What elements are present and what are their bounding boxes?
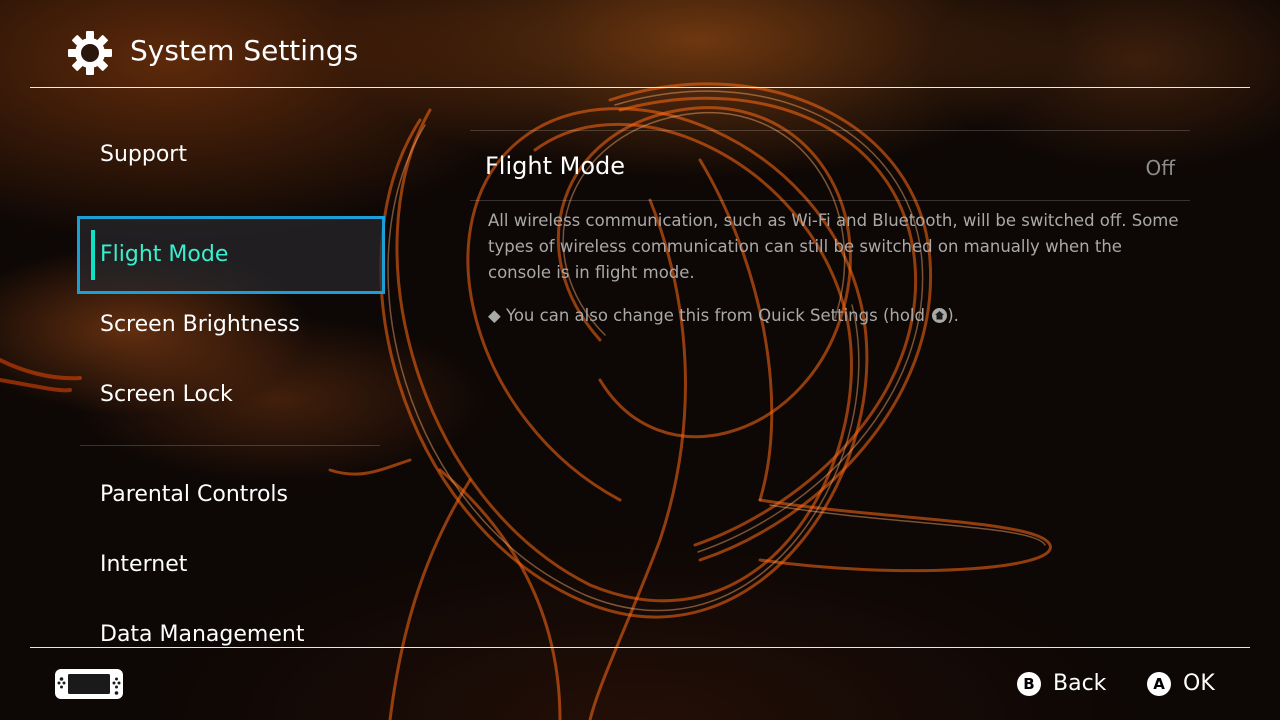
sidebar-item-internet[interactable]: Internet — [100, 550, 187, 580]
sidebar-item-label: Flight Mode — [100, 242, 229, 267]
setting-note: ◆ You can also change this from Quick Se… — [488, 303, 1188, 329]
sidebar-item-screen-brightness[interactable]: Screen Brightness — [100, 310, 300, 340]
header: System Settings — [30, 0, 1250, 88]
wallpaper-light-trails — [0, 82, 1052, 720]
settings-screen: System Settings Support Flight Mode Scre… — [0, 0, 1280, 720]
ok-button[interactable]: A OK — [1147, 668, 1215, 700]
ok-label: OK — [1183, 671, 1215, 696]
back-button[interactable]: B Back — [1017, 668, 1106, 700]
b-button-icon: B — [1017, 672, 1041, 696]
panel-top-divider — [470, 130, 1190, 131]
selection-indicator-bar — [91, 230, 95, 280]
console-icon — [54, 668, 124, 704]
home-button-icon — [932, 308, 948, 323]
a-button-icon: A — [1147, 672, 1171, 696]
sidebar-item-screen-lock[interactable]: Screen Lock — [100, 380, 233, 410]
sidebar-item-support[interactable]: Support — [100, 140, 187, 170]
note-bullet: ◆ — [488, 306, 501, 325]
note-suffix: ). — [947, 306, 959, 325]
setting-description: All wireless communication, such as Wi-F… — [488, 211, 1179, 282]
sidebar-item-flight-mode[interactable]: Flight Mode — [77, 216, 385, 294]
panel-row-divider — [470, 200, 1190, 201]
note-text: You can also change this from Quick Sett… — [505, 306, 925, 325]
setting-value[interactable]: Off — [1145, 154, 1175, 182]
header-divider — [30, 87, 1250, 88]
footer-divider — [30, 647, 1250, 648]
gear-icon — [66, 29, 114, 77]
page-title: System Settings — [130, 34, 359, 67]
sidebar-item-parental-controls[interactable]: Parental Controls — [100, 480, 288, 510]
sidebar-group-divider — [80, 445, 380, 446]
setting-title[interactable]: Flight Mode — [485, 150, 625, 182]
sidebar-item-data-management[interactable]: Data Management — [100, 620, 304, 650]
back-label: Back — [1053, 671, 1107, 696]
